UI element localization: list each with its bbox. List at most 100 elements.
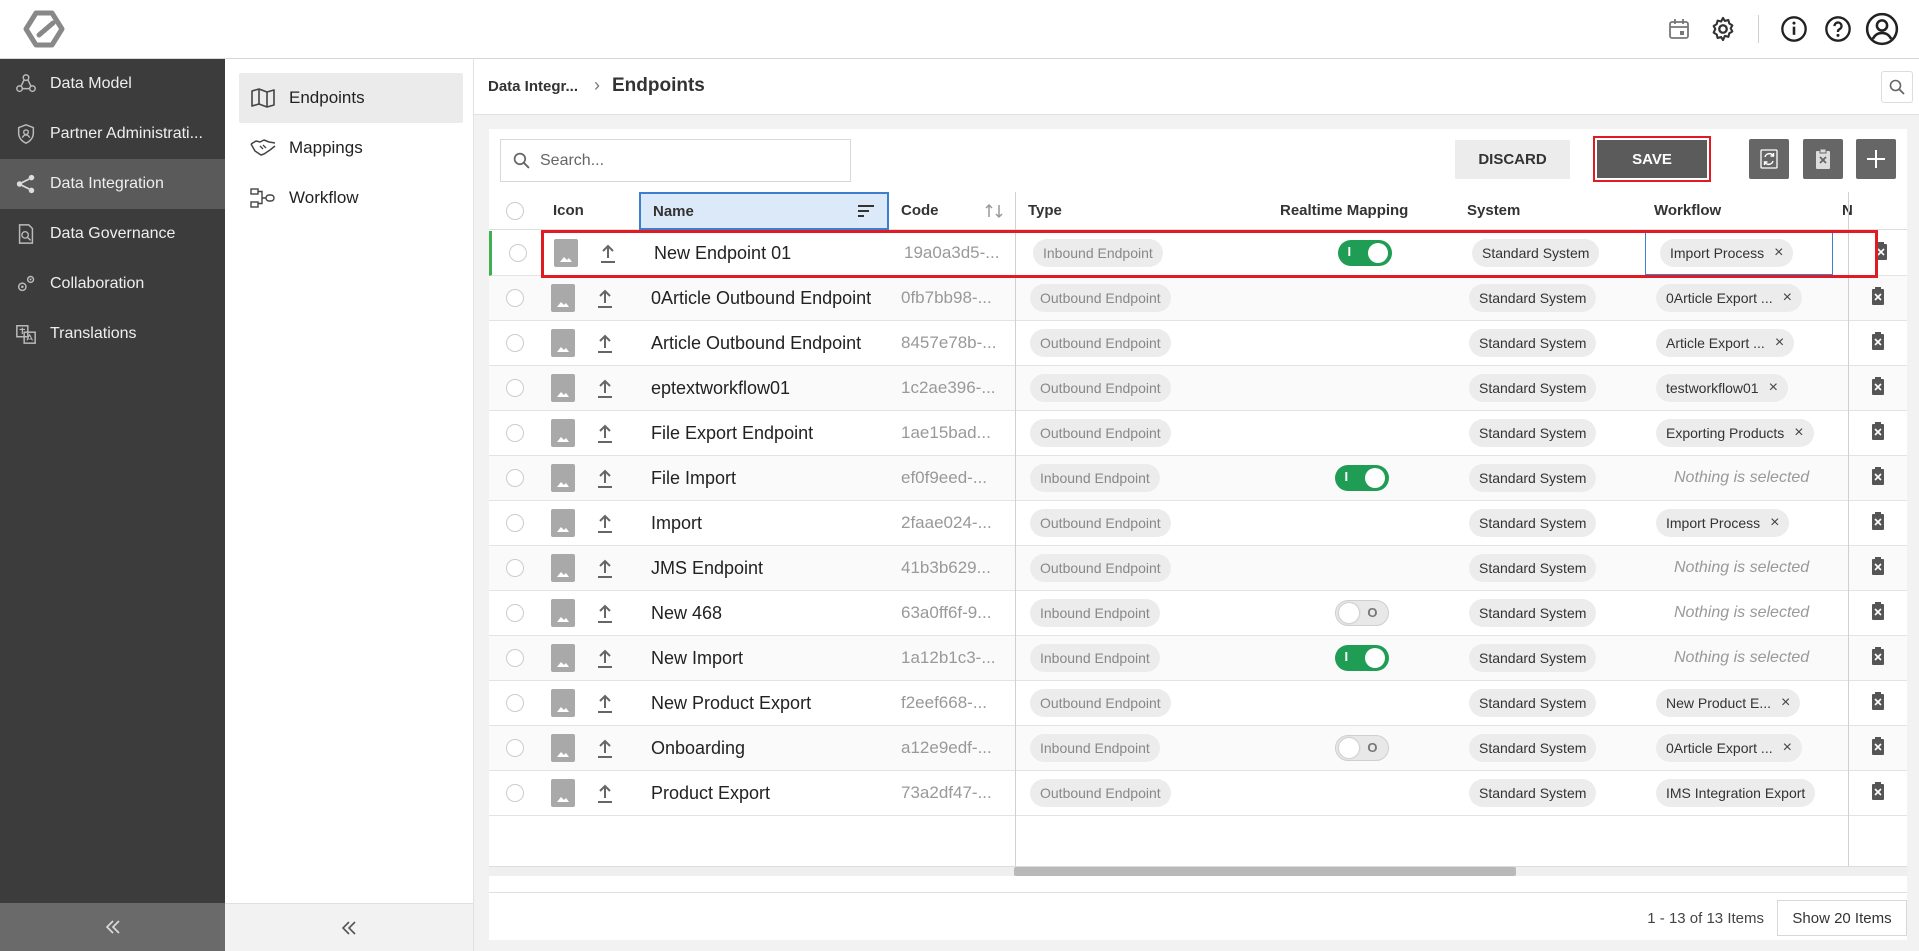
upload-icon[interactable] [595, 602, 615, 624]
remove-workflow-icon[interactable]: × [1794, 424, 1803, 442]
row-select-radio[interactable] [506, 424, 524, 442]
sidebar-item-data-governance[interactable]: Data Governance [0, 209, 225, 259]
row-name-cell[interactable]: Import [639, 501, 889, 545]
table-row[interactable]: JMS Endpoint 41b3b629... Outbound Endpoint… [489, 546, 1907, 591]
image-placeholder-icon[interactable] [551, 329, 575, 357]
column-header-realtime-mapping[interactable]: Realtime Mapping [1268, 192, 1455, 230]
search-input[interactable] [540, 151, 830, 170]
table-row[interactable]: eptextworkflow01 1c2ae396-... Outbound End… [489, 366, 1907, 411]
delete-row-icon[interactable] [1870, 331, 1886, 355]
table-row[interactable]: New Product Export f2eef668-... Outbound E… [489, 681, 1907, 726]
table-row[interactable]: Onboarding a12e9edf-... Inbound Endpoint O S… [489, 726, 1907, 771]
search-box[interactable] [500, 139, 851, 182]
column-header-system[interactable]: System [1455, 192, 1642, 230]
realtime-toggle[interactable]: I [1334, 465, 1389, 491]
row-workflow-cell[interactable]: Nothing is selected [1642, 636, 1830, 680]
row-select-radio[interactable] [506, 379, 524, 397]
row-select-radio[interactable] [506, 649, 524, 667]
image-placeholder-icon[interactable] [551, 284, 575, 312]
row-workflow-cell[interactable]: New Product E... × [1642, 681, 1830, 725]
row-workflow-cell[interactable]: Nothing is selected [1642, 456, 1830, 500]
image-placeholder-icon[interactable] [551, 509, 575, 537]
table-row[interactable]: Import 2faae024-... Outbound Endpoint Stand… [489, 501, 1907, 546]
gear-icon[interactable] [1704, 10, 1742, 48]
upload-icon[interactable] [595, 692, 615, 714]
delete-row-icon[interactable] [1870, 286, 1886, 310]
column-header-type[interactable]: Type [1016, 192, 1268, 230]
delete-row-icon[interactable] [1870, 781, 1886, 805]
calendar-icon[interactable] [1660, 10, 1698, 48]
table-row[interactable]: Article Outbound Endpoint 8457e78b-... Out… [489, 321, 1907, 366]
add-button[interactable] [1856, 139, 1896, 179]
column-header-workflow[interactable]: Workflow [1642, 192, 1830, 230]
sidebar-item-translations[interactable]: Translations [0, 309, 225, 359]
delete-row-icon[interactable] [1870, 556, 1886, 580]
select-all-radio[interactable] [506, 201, 524, 220]
row-name-cell[interactable]: File Import [639, 456, 889, 500]
column-header-code[interactable]: Code [889, 192, 1016, 230]
row-name-cell[interactable]: New Product Export [639, 681, 889, 725]
row-name-cell[interactable]: eptextworkflow01 [639, 366, 889, 410]
row-name-cell[interactable]: Article Outbound Endpoint [639, 321, 889, 365]
upload-icon[interactable] [595, 422, 615, 444]
image-placeholder-icon[interactable] [551, 599, 575, 627]
upload-icon[interactable] [595, 782, 615, 804]
row-name-cell[interactable]: Onboarding [639, 726, 889, 770]
row-name-cell[interactable]: 0Article Outbound Endpoint [639, 276, 889, 320]
image-placeholder-icon[interactable] [551, 374, 575, 402]
delete-row-icon[interactable] [1870, 646, 1886, 670]
image-placeholder-icon[interactable] [551, 734, 575, 762]
upload-icon[interactable] [595, 287, 615, 309]
help-icon[interactable] [1819, 10, 1857, 48]
remove-workflow-icon[interactable]: × [1783, 739, 1792, 757]
row-workflow-cell[interactable]: IMS Integration Export [1642, 771, 1830, 815]
row-select-radio[interactable] [506, 559, 524, 577]
save-button[interactable]: SAVE [1597, 140, 1707, 178]
subnav-item-endpoints[interactable]: Endpoints [239, 73, 463, 123]
row-workflow-cell[interactable]: testworkflow01 × [1642, 366, 1830, 410]
column-header-icon[interactable]: Icon [541, 192, 641, 230]
row-select-radio[interactable] [509, 244, 527, 262]
column-header-truncated[interactable]: N [1830, 192, 1907, 230]
breadcrumb-parent-link[interactable]: Data Integr... [488, 78, 578, 95]
upload-icon[interactable] [595, 377, 615, 399]
row-name-cell[interactable]: Product Export [639, 771, 889, 815]
realtime-toggle[interactable]: O [1334, 600, 1389, 626]
row-select-radio[interactable] [506, 694, 524, 712]
row-workflow-cell[interactable]: Nothing is selected [1642, 546, 1830, 590]
image-placeholder-icon[interactable] [551, 779, 575, 807]
delete-row-icon[interactable] [1870, 601, 1886, 625]
remove-workflow-icon[interactable]: × [1769, 379, 1778, 397]
upload-icon[interactable] [595, 557, 615, 579]
image-placeholder-icon[interactable] [551, 419, 575, 447]
sidebar-item-collaboration[interactable]: Collaboration [0, 259, 225, 309]
row-workflow-cell[interactable]: Import Process × [1642, 501, 1830, 545]
upload-icon[interactable] [595, 737, 615, 759]
upload-icon[interactable] [595, 467, 615, 489]
remove-workflow-icon[interactable]: × [1781, 694, 1790, 712]
row-workflow-cell[interactable]: Nothing is selected [1642, 591, 1830, 635]
subnav-item-workflow[interactable]: Workflow [239, 173, 463, 223]
row-select-radio[interactable] [506, 604, 524, 622]
row-select-radio[interactable] [506, 334, 524, 352]
row-name-cell[interactable]: File Export Endpoint [639, 411, 889, 455]
row-workflow-cell[interactable]: 0Article Export ... × [1642, 276, 1830, 320]
row-name-cell[interactable]: New Import [639, 636, 889, 680]
horizontal-scrollbar[interactable] [489, 866, 1907, 876]
refresh-button[interactable] [1749, 139, 1789, 179]
table-row[interactable]: File Export Endpoint 1ae15bad... Outbound … [489, 411, 1907, 456]
row-select-radio[interactable] [506, 469, 524, 487]
delete-row-icon[interactable] [1870, 421, 1886, 445]
user-icon[interactable] [1863, 10, 1901, 48]
logo-icon[interactable] [22, 9, 70, 49]
sidebar-item-data-model[interactable]: Data Model [0, 59, 225, 109]
row-select-radio[interactable] [506, 289, 524, 307]
delete-row-icon[interactable] [1870, 736, 1886, 760]
discard-button[interactable]: DISCARD [1455, 140, 1570, 179]
image-placeholder-icon[interactable] [551, 644, 575, 672]
remove-workflow-icon[interactable]: × [1775, 334, 1784, 352]
sidebar-item-data-integration[interactable]: Data Integration [0, 159, 225, 209]
row-name-cell[interactable]: New 468 [639, 591, 889, 635]
table-row[interactable]: New 468 63a0ff6f-9... Inbound Endpoint O Sta… [489, 591, 1907, 636]
global-search-button[interactable] [1881, 71, 1913, 103]
